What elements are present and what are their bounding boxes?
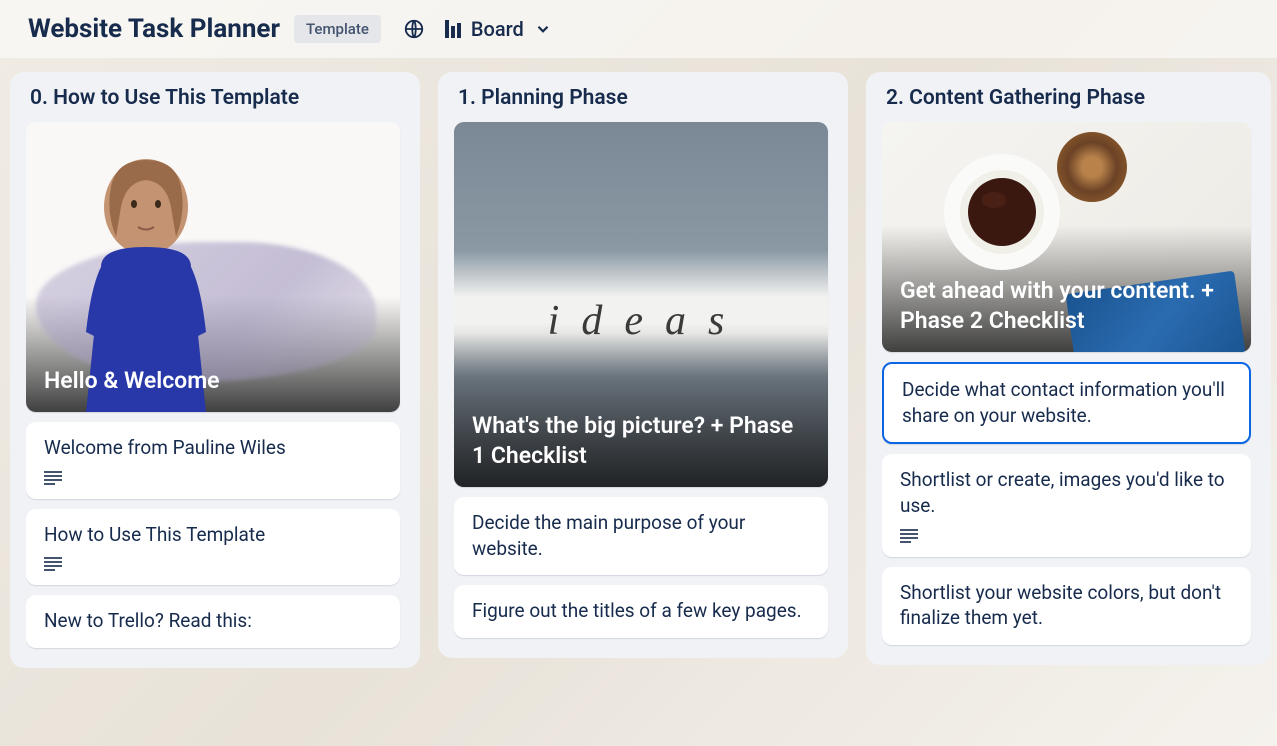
- card-title: Figure out the titles of a few key pages…: [472, 598, 810, 624]
- card[interactable]: Decide the main purpose of your website.: [454, 497, 828, 575]
- card[interactable]: Figure out the titles of a few key pages…: [454, 585, 828, 638]
- card[interactable]: Welcome from Pauline Wiles: [26, 422, 400, 499]
- view-switcher[interactable]: Board: [445, 17, 552, 41]
- view-label: Board: [471, 17, 524, 41]
- card-title: New to Trello? Read this:: [44, 608, 382, 634]
- card-title: Decide the main purpose of your website.: [472, 510, 810, 561]
- description-icon: [900, 529, 918, 543]
- card-cover-title: Get ahead with your content. + Phase 2 C…: [882, 260, 1251, 352]
- list-cards[interactable]: Get ahead with your content. + Phase 2 C…: [882, 122, 1259, 655]
- card-title: How to Use This Template: [44, 522, 382, 548]
- list-title[interactable]: 2. Content Gathering Phase: [882, 86, 1259, 110]
- card-cover: Hello & Welcome: [26, 122, 400, 412]
- description-icon: [44, 557, 62, 571]
- chevron-down-icon: [534, 20, 552, 38]
- list-cards[interactable]: ideas What's the big picture? + Phase 1 …: [454, 122, 836, 648]
- muffin-image: [1057, 132, 1127, 202]
- list-title[interactable]: 0. How to Use This Template: [26, 86, 408, 110]
- card[interactable]: Decide what contact information you'll s…: [882, 362, 1251, 444]
- card-badges: [900, 529, 1233, 543]
- coffee-cup-image: [942, 152, 1062, 272]
- card-cover: Get ahead with your content. + Phase 2 C…: [882, 122, 1251, 352]
- card-badges: [44, 557, 382, 571]
- board-view-icon: [445, 20, 461, 38]
- card[interactable]: New to Trello? Read this:: [26, 595, 400, 648]
- list-title[interactable]: 1. Planning Phase: [454, 86, 836, 110]
- card[interactable]: ideas What's the big picture? + Phase 1 …: [454, 122, 828, 487]
- list: 2. Content Gathering Phase Get ahead wit…: [866, 72, 1271, 665]
- card[interactable]: Shortlist your website colors, but don't…: [882, 567, 1251, 645]
- list: 0. How to Use This Template: [10, 72, 420, 668]
- card[interactable]: Hello & Welcome: [26, 122, 400, 412]
- template-badge[interactable]: Template: [294, 15, 381, 43]
- card[interactable]: Get ahead with your content. + Phase 2 C…: [882, 122, 1251, 352]
- globe-icon[interactable]: [403, 18, 425, 40]
- card-title: Decide what contact information you'll s…: [902, 377, 1231, 428]
- card-title: Welcome from Pauline Wiles: [44, 435, 382, 461]
- list: 1. Planning Phase ideas What's the big p…: [438, 72, 848, 658]
- card[interactable]: Shortlist or create, images you'd like t…: [882, 454, 1251, 556]
- description-icon: [44, 471, 62, 485]
- ideas-text: ideas: [454, 297, 828, 345]
- list-cards[interactable]: Hello & Welcome Welcome from Pauline Wil…: [26, 122, 408, 658]
- board-header: Website Task Planner Template Board: [0, 0, 1277, 58]
- card-title: Shortlist or create, images you'd like t…: [900, 467, 1233, 518]
- board-title[interactable]: Website Task Planner: [28, 14, 280, 44]
- card[interactable]: How to Use This Template: [26, 509, 400, 586]
- card-cover-title: Hello & Welcome: [26, 350, 238, 412]
- card-cover-title: What's the big picture? + Phase 1 Checkl…: [454, 395, 828, 487]
- card-cover: ideas What's the big picture? + Phase 1 …: [454, 122, 828, 487]
- card-title: Shortlist your website colors, but don't…: [900, 580, 1233, 631]
- card-badges: [44, 471, 382, 485]
- board-canvas[interactable]: 0. How to Use This Template: [0, 58, 1277, 734]
